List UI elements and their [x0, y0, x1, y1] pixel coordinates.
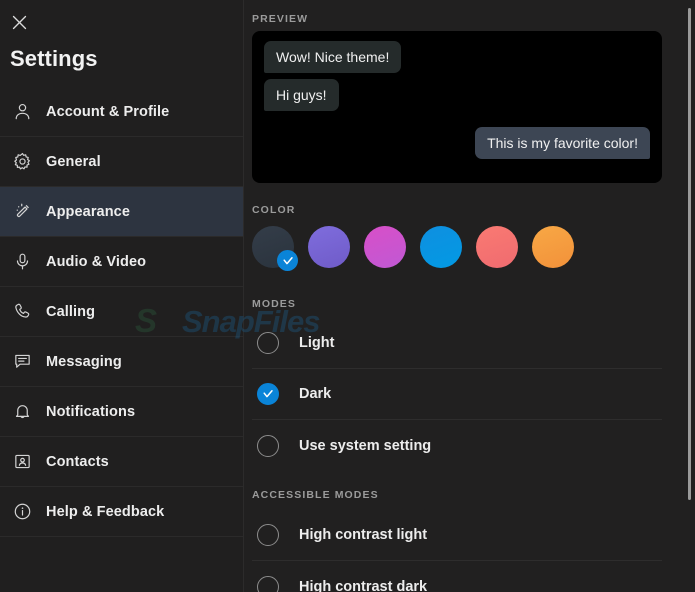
magic-wand-icon — [9, 199, 35, 225]
radio-icon — [257, 332, 279, 354]
sidebar-item-notifications[interactable]: Notifications — [0, 387, 243, 437]
settings-window: Settings Account & Profile General Appea… — [0, 0, 695, 592]
bell-icon — [9, 399, 35, 425]
sidebar-item-label: Calling — [46, 303, 96, 320]
sidebar-item-label: Notifications — [46, 403, 136, 420]
color-section-label: COLOR — [252, 204, 296, 216]
sidebar-nav: Account & Profile General Appearance Aud… — [0, 87, 243, 537]
contact-card-icon — [9, 449, 35, 475]
radio-icon — [257, 434, 279, 457]
page-title: Settings — [10, 46, 98, 71]
color-swatch-slate[interactable] — [252, 226, 298, 271]
preview-message-row: This is my favorite color! — [264, 127, 650, 160]
mode-option-light[interactable]: Light — [252, 318, 662, 369]
theme-preview: Wow! Nice theme! Hi guys! This is my fav… — [252, 31, 662, 183]
mode-option-use-system-setting[interactable]: Use system setting — [252, 420, 662, 471]
scrollbar[interactable] — [684, 0, 691, 592]
check-icon — [277, 250, 298, 271]
color-swatch-orange[interactable] — [532, 226, 574, 268]
sidebar-item-label: Audio & Video — [46, 253, 147, 270]
sidebar-item-label: Messaging — [46, 353, 122, 370]
mode-option-label: Dark — [299, 386, 332, 402]
radio-checked-icon — [257, 383, 279, 405]
accessible-modes-section-label: ACCESSIBLE MODES — [252, 489, 379, 501]
preview-message-bubble: Hi guys! — [264, 79, 339, 112]
sidebar-item-label: Help & Feedback — [46, 503, 165, 520]
preview-message-row: Wow! Nice theme! — [264, 41, 650, 74]
preview-message-row: Hi guys! — [264, 79, 650, 112]
mode-option-label: Use system setting — [299, 437, 432, 454]
accessible-modes-option-list: High contrast light High contrast dark — [252, 510, 662, 592]
preview-section-label: PREVIEW — [252, 13, 309, 25]
modes-option-list: Light Dark Use system setting — [252, 318, 662, 471]
settings-sidebar: Settings Account & Profile General Appea… — [0, 0, 244, 592]
sidebar-item-help-feedback[interactable]: Help & Feedback — [0, 487, 243, 537]
color-swatch-magenta[interactable] — [364, 226, 406, 268]
phone-icon — [9, 299, 35, 325]
person-icon — [9, 99, 35, 125]
scrollbar-thumb[interactable] — [688, 8, 691, 500]
color-swatch-purple[interactable] — [308, 226, 350, 268]
preview-message-bubble: This is my favorite color! — [475, 127, 650, 160]
mode-option-high-contrast-light[interactable]: High contrast light — [252, 510, 662, 561]
color-swatch-list — [252, 226, 574, 271]
modes-section-label: MODES — [252, 298, 297, 310]
mode-option-label: Light — [299, 335, 335, 351]
sidebar-item-appearance[interactable]: Appearance — [0, 187, 243, 237]
sidebar-item-label: Account & Profile — [46, 103, 170, 120]
gear-icon — [9, 149, 35, 175]
microphone-icon — [9, 249, 35, 275]
sidebar-item-contacts[interactable]: Contacts — [0, 437, 243, 487]
mode-option-label: High contrast dark — [299, 578, 428, 592]
mode-option-label: High contrast light — [299, 527, 428, 543]
mode-option-dark[interactable]: Dark — [252, 369, 662, 420]
mode-option-high-contrast-dark[interactable]: High contrast dark — [252, 561, 662, 592]
chat-icon — [9, 349, 35, 375]
color-swatch-blue[interactable] — [420, 226, 462, 268]
sidebar-item-general[interactable]: General — [0, 137, 243, 187]
info-icon — [9, 499, 35, 525]
preview-message-bubble: Wow! Nice theme! — [264, 41, 402, 74]
sidebar-item-audio-video[interactable]: Audio & Video — [0, 237, 243, 287]
appearance-settings-panel: PREVIEW Wow! Nice theme! Hi guys! This i… — [244, 0, 695, 592]
radio-icon — [257, 524, 279, 546]
sidebar-item-account-profile[interactable]: Account & Profile — [0, 87, 243, 137]
radio-icon — [257, 575, 279, 592]
sidebar-item-label: Contacts — [46, 453, 109, 470]
sidebar-item-label: Appearance — [46, 203, 131, 220]
sidebar-item-messaging[interactable]: Messaging — [0, 337, 243, 387]
sidebar-item-calling[interactable]: Calling — [0, 287, 243, 337]
close-icon[interactable] — [6, 9, 32, 35]
sidebar-item-label: General — [46, 153, 101, 170]
color-swatch-salmon[interactable] — [476, 226, 518, 268]
